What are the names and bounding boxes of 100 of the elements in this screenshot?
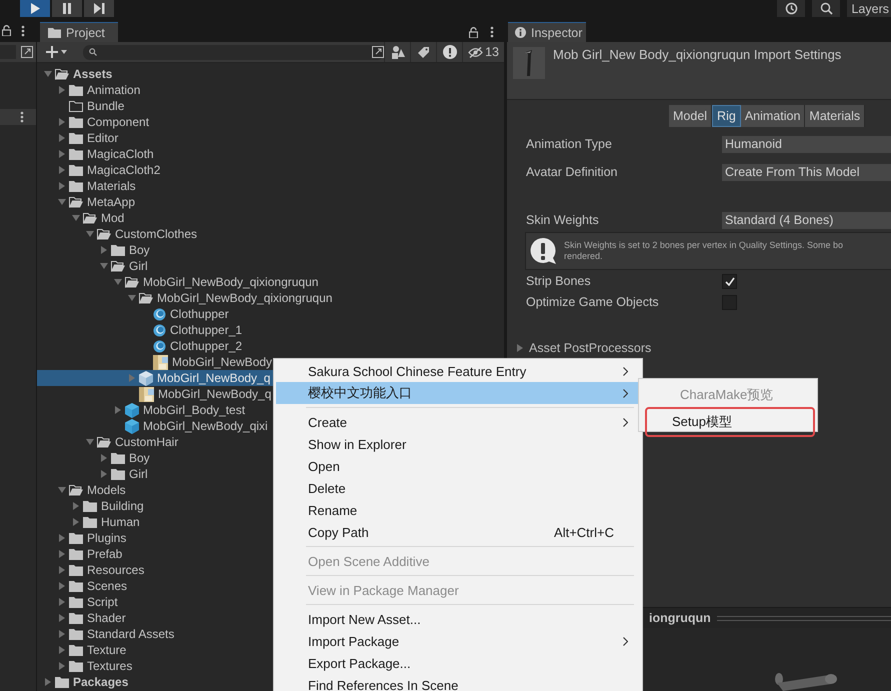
triangle-right-icon[interactable]	[72, 518, 80, 526]
triangle-right-icon[interactable]	[58, 646, 66, 654]
tree-item[interactable]: Bundle	[37, 98, 504, 114]
maximize-icon[interactable]	[372, 46, 384, 58]
open-folder-icon	[83, 212, 97, 224]
cube-icon	[125, 418, 139, 434]
menu-item[interactable]: Setup模型	[645, 407, 815, 437]
triangle-right-icon[interactable]	[58, 182, 66, 190]
triangle-right-icon[interactable]	[58, 550, 66, 558]
triangle-right-icon[interactable]	[58, 150, 66, 158]
tree-item[interactable]: CustomClothes	[37, 226, 504, 242]
tree-item[interactable]: MetaApp	[37, 194, 504, 210]
play-button[interactable]	[20, 0, 50, 17]
search-field[interactable]	[82, 44, 384, 60]
triangle-right-icon[interactable]	[58, 134, 66, 142]
folder-icon	[69, 628, 83, 640]
menu-item[interactable]: Open	[276, 455, 640, 477]
menu-item[interactable]: Import Package	[276, 630, 640, 652]
triangle-right-icon[interactable]	[58, 566, 66, 574]
triangle-down-icon[interactable]	[86, 438, 94, 446]
triangle-down-icon[interactable]	[114, 278, 122, 286]
triangle-right-icon[interactable]	[58, 630, 66, 638]
tab[interactable]: Materials	[805, 105, 866, 127]
menu-item[interactable]: Export Package...	[276, 652, 640, 674]
tree-item[interactable]: Animation	[37, 82, 504, 98]
triangle-right-icon[interactable]	[58, 614, 66, 622]
folder-icon	[69, 660, 83, 672]
triangle-right-icon[interactable]	[100, 246, 108, 254]
tree-item[interactable]: Clothupper_2	[37, 338, 504, 354]
folder-icon	[111, 452, 125, 464]
lock-icon[interactable]	[469, 26, 478, 38]
hidden-packages-button[interactable]: 13	[462, 42, 504, 62]
menu-item[interactable]: Import New Asset...	[276, 608, 640, 630]
tree-item[interactable]: Girl	[37, 258, 504, 274]
search-icon	[820, 2, 833, 15]
chevron-right-icon	[623, 367, 628, 376]
triangle-right-icon[interactable]	[58, 582, 66, 590]
kebab-menu-icon[interactable]	[21, 24, 25, 36]
triangle-down-icon[interactable]	[86, 230, 94, 238]
menu-item[interactable]: Show in Explorer	[276, 433, 640, 455]
triangle-right-icon[interactable]	[58, 166, 66, 174]
project-tab[interactable]: Project	[40, 22, 118, 42]
step-button[interactable]	[84, 0, 114, 17]
sphere-icon	[153, 308, 166, 320]
tree-item[interactable]: MobGirl_NewBody_qixiongruqun	[37, 290, 504, 306]
layers-dropdown[interactable]: Layers	[847, 0, 891, 17]
tree-item[interactable]: Boy	[37, 242, 504, 258]
triangle-down-icon[interactable]	[100, 262, 108, 270]
triangle-right-icon[interactable]	[58, 118, 66, 126]
menu-item[interactable]: 樱校中文功能入口	[276, 382, 640, 404]
foldout-header[interactable]: Asset PostProcessors	[507, 340, 891, 356]
tree-item[interactable]: Assets	[37, 66, 504, 82]
lock-icon[interactable]	[2, 25, 11, 36]
triangle-right-icon[interactable]	[58, 662, 66, 670]
maximize-icon[interactable]	[21, 46, 33, 58]
menu-item[interactable]: Find References In Scene	[276, 674, 640, 691]
triangle-right-icon[interactable]	[58, 534, 66, 542]
tree-item[interactable]: Clothupper	[37, 306, 504, 322]
folder-icon	[69, 596, 83, 608]
dropdown[interactable]: Create From This Model	[722, 164, 891, 180]
tree-item[interactable]: Mod	[37, 210, 504, 226]
triangle-down-icon[interactable]	[58, 486, 66, 494]
step-icon	[94, 3, 104, 14]
checkbox[interactable]	[722, 274, 737, 288]
warning-icon	[529, 237, 557, 265]
play-icon	[30, 3, 40, 14]
open-folder-icon	[97, 436, 111, 448]
tree-item[interactable]: MagicaCloth2	[37, 162, 504, 178]
triangle-right-icon[interactable]	[44, 678, 52, 686]
tree-item[interactable]: Component	[37, 114, 504, 130]
kebab-menu-icon[interactable]	[490, 26, 494, 38]
tree-item[interactable]: Materials	[37, 178, 504, 194]
tab[interactable]: Animation	[740, 105, 806, 127]
kebab-menu-icon[interactable]	[20, 111, 24, 123]
tab[interactable]: Rig	[712, 105, 741, 127]
pause-button[interactable]	[52, 0, 82, 17]
dropdown[interactable]: Humanoid	[722, 136, 891, 152]
field-label: Strip Bones	[526, 274, 592, 288]
menu-item[interactable]: Delete	[276, 477, 640, 499]
search-button[interactable]	[812, 0, 840, 17]
triangle-right-icon[interactable]	[100, 454, 108, 462]
triangle-down-icon[interactable]	[72, 214, 80, 222]
triangle-right-icon[interactable]	[114, 406, 122, 414]
tree-item[interactable]: MagicaCloth	[37, 146, 504, 162]
triangle-right-icon[interactable]	[58, 598, 66, 606]
triangle-down-icon[interactable]	[58, 198, 66, 206]
triangle-right-icon[interactable]	[58, 86, 66, 94]
inspector-tab[interactable]: Inspector	[508, 22, 586, 42]
menu-item[interactable]: Rename	[276, 499, 640, 521]
triangle-down-icon[interactable]	[128, 294, 136, 302]
triangle-right-icon[interactable]	[100, 470, 108, 478]
tab[interactable]: Model	[669, 105, 712, 127]
triangle-down-icon[interactable]	[44, 70, 52, 78]
tree-item[interactable]: MobGirl_NewBody_qixiongruqun	[37, 274, 504, 290]
menu-item[interactable]: Copy Path Alt+Ctrl+C	[276, 521, 640, 543]
tree-item[interactable]: Clothupper_1	[37, 322, 504, 338]
tree-item[interactable]: Editor	[37, 130, 504, 146]
triangle-right-icon[interactable]	[72, 502, 80, 510]
history-button[interactable]	[777, 0, 806, 17]
dropdown[interactable]: Standard (4 Bones)	[722, 212, 891, 228]
